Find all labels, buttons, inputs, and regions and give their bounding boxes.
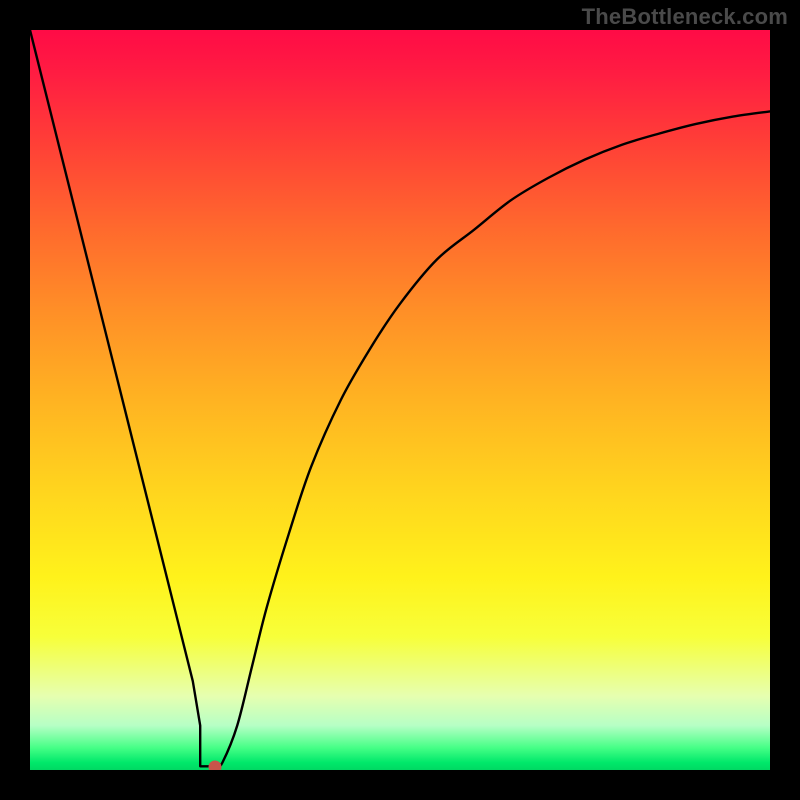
bottleneck-curve (30, 30, 770, 770)
minimum-marker (209, 761, 221, 770)
watermark-text: TheBottleneck.com (582, 4, 788, 30)
chart-frame: TheBottleneck.com (0, 0, 800, 800)
curve-path (30, 30, 770, 770)
plot-area (30, 30, 770, 770)
